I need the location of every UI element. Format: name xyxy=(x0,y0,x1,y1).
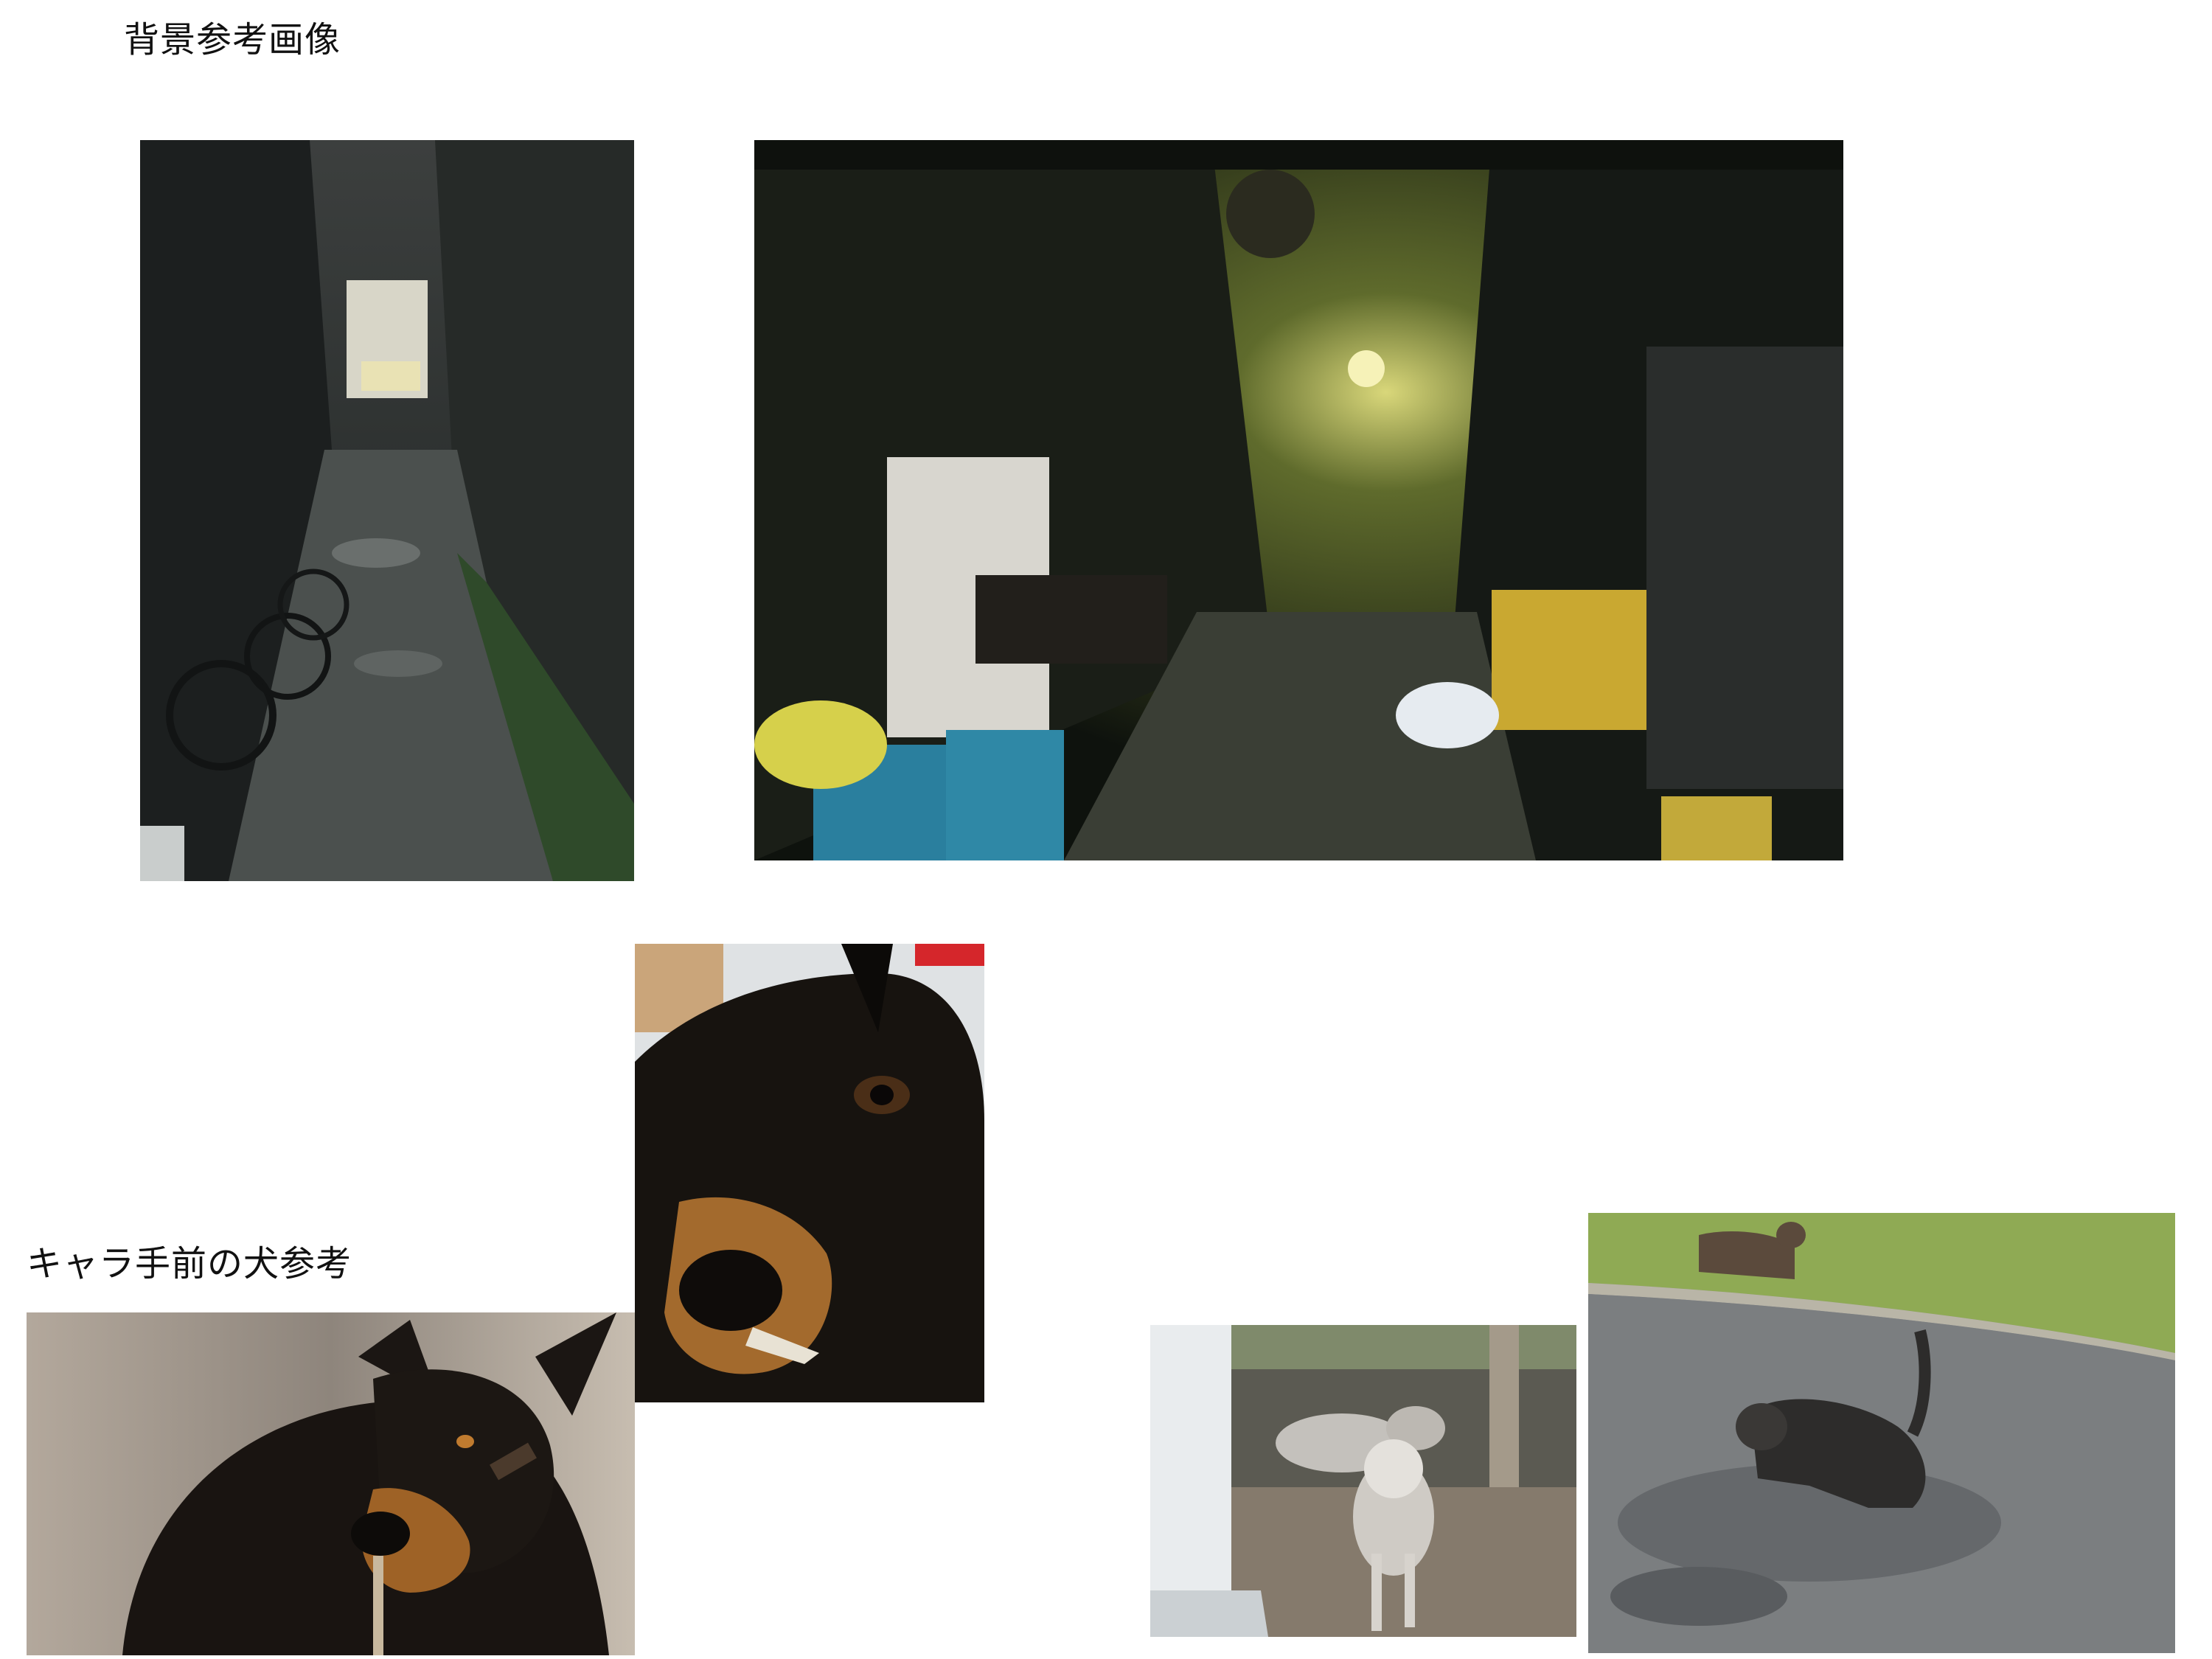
doberman-closeup-photo xyxy=(635,944,984,1402)
dog-reference-heading: キャラ手前の犬参考 xyxy=(27,1243,352,1284)
night-market-alley-photo xyxy=(754,140,1843,860)
dogs-on-road-photo xyxy=(1588,1213,2175,1653)
rainy-narrow-alley-photo xyxy=(140,140,634,881)
background-reference-heading: 背景参考画像 xyxy=(124,19,341,60)
huskies-by-fence-photo xyxy=(1150,1325,1576,1637)
doberman-standing-photo xyxy=(27,1312,635,1655)
